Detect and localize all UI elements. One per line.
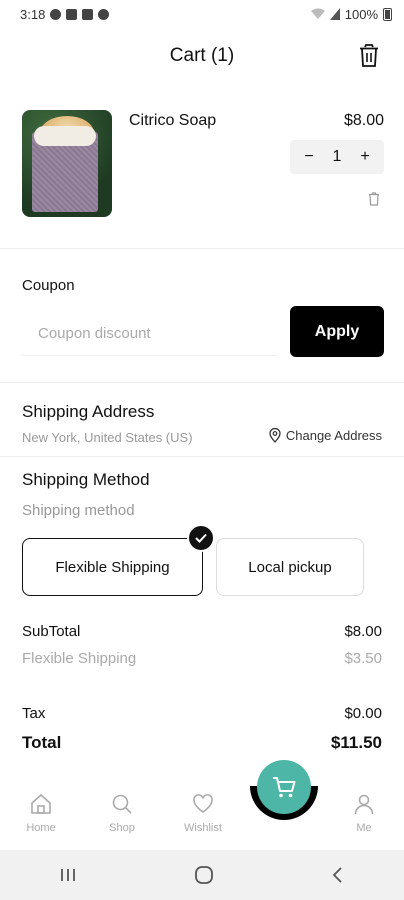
nav-me-label: Me xyxy=(356,822,372,834)
shipping-cost-value: $3.50 xyxy=(344,650,382,667)
shipping-method-title: Shipping Method xyxy=(22,470,150,489)
nav-home-label: Home xyxy=(26,822,56,834)
shipping-option-label: Flexible Shipping xyxy=(55,558,170,576)
home-button-icon[interactable] xyxy=(194,865,214,885)
shipping-cost-row: Flexible Shipping $3.50 xyxy=(22,650,382,667)
bottom-nav: Home Shop Wishlist Me xyxy=(0,780,404,850)
quantity-value: 1 xyxy=(332,148,342,165)
video-icon xyxy=(66,8,78,20)
system-nav-bar xyxy=(0,850,404,900)
sync-icon xyxy=(98,8,110,20)
total-label: Total xyxy=(22,733,62,752)
person-icon xyxy=(354,794,374,815)
shipping-address-title: Shipping Address xyxy=(22,402,155,421)
back-icon[interactable] xyxy=(331,866,345,884)
shipping-cost-label: Flexible Shipping xyxy=(22,650,137,667)
product-price: $8.00 xyxy=(343,112,384,129)
shipping-option-flexible[interactable]: Flexible Shipping xyxy=(22,538,203,596)
image-icon xyxy=(82,8,94,20)
shipping-address-value: New York, United States (US) xyxy=(22,430,193,445)
change-address-label: Change Address xyxy=(285,428,382,443)
coupon-input[interactable] xyxy=(22,312,276,356)
divider xyxy=(0,382,404,383)
product-image-fluff xyxy=(34,126,96,146)
change-address-link[interactable]: Change Address xyxy=(269,428,382,443)
status-time: 3:18 xyxy=(20,6,46,22)
increase-quantity-button[interactable]: + xyxy=(354,148,376,166)
nav-wishlist-label: Wishlist xyxy=(184,822,222,834)
divider xyxy=(0,456,404,457)
cart-item: Citrico Soap $8.00 − 1 + xyxy=(22,110,384,220)
shipping-option-local-pickup[interactable]: Local pickup xyxy=(216,538,364,596)
recent-apps-icon[interactable] xyxy=(59,867,77,883)
subtotal-row: SubTotal $8.00 xyxy=(22,623,382,640)
battery-icon xyxy=(383,7,392,21)
location-pin-icon xyxy=(269,428,281,443)
total-row: Total $11.50 xyxy=(22,733,382,753)
header: Cart (1) xyxy=(0,36,404,76)
subtotal-label: SubTotal xyxy=(22,623,81,640)
product-image[interactable] xyxy=(22,110,112,217)
product-name[interactable]: Citrico Soap xyxy=(129,112,216,130)
cart-icon xyxy=(273,777,296,798)
divider xyxy=(0,248,404,249)
status-left: 3:18 xyxy=(20,6,110,22)
total-value: $11.50 xyxy=(330,733,382,752)
nav-home[interactable]: Home xyxy=(11,792,71,834)
tax-value: $0.00 xyxy=(344,705,382,722)
remove-item-trash-icon[interactable] xyxy=(368,192,380,206)
battery-percent: 100% xyxy=(344,6,378,22)
status-right: 100% xyxy=(310,6,392,22)
subtotal-value: $8.00 xyxy=(344,623,382,640)
quantity-stepper: − 1 + xyxy=(290,140,384,174)
shipping-option-label: Local pickup xyxy=(248,558,332,576)
nav-shop[interactable]: Shop xyxy=(92,792,152,834)
heart-icon xyxy=(193,794,213,813)
clear-cart-trash-icon[interactable] xyxy=(358,44,380,68)
shipping-method-subtitle: Shipping method xyxy=(22,502,135,519)
cart-fab-button[interactable] xyxy=(257,760,311,814)
nav-wishlist[interactable]: Wishlist xyxy=(173,792,233,834)
status-bar: 3:18 100% xyxy=(0,0,404,28)
signal-icon xyxy=(329,8,340,20)
page-title: Cart (1) xyxy=(169,45,235,66)
coupon-label: Coupon xyxy=(22,277,75,294)
notification-icon xyxy=(50,8,62,20)
apply-coupon-button[interactable]: Apply xyxy=(290,306,384,357)
decrease-quantity-button[interactable]: − xyxy=(298,148,320,166)
tax-row: Tax $0.00 xyxy=(22,705,382,722)
home-icon xyxy=(31,793,51,814)
tax-label: Tax xyxy=(22,705,46,722)
nav-me[interactable]: Me xyxy=(334,792,394,834)
search-icon xyxy=(112,794,132,814)
selected-check-icon xyxy=(187,524,215,552)
wifi-icon xyxy=(310,8,325,19)
nav-shop-label: Shop xyxy=(109,822,135,834)
